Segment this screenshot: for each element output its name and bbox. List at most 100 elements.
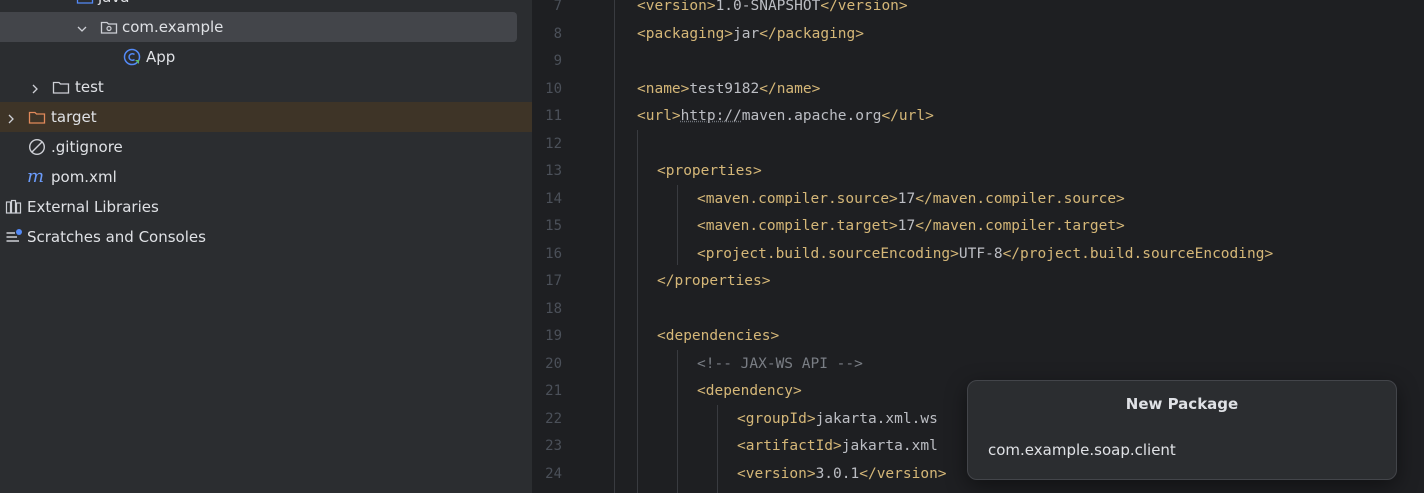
indent-guide [677,350,678,493]
line-number: 18 [545,300,562,317]
project-tree: java com.example App test [0,0,532,493]
xml-tag: </properties> [657,273,771,289]
ignored-file-icon [28,138,46,156]
line-number: 21 [545,383,562,399]
xml-tag: </url> [881,108,934,124]
tree-item-app[interactable]: App [0,42,532,72]
package-icon [100,18,118,36]
tree-item-label: App [146,48,176,66]
xml-text: http:// [680,108,742,124]
xml-tag: <groupId> [737,410,816,427]
xml-comment: <!-- JAX-WS API --> [697,355,863,372]
libraries-icon [5,198,23,216]
xml-text: 1.0-SNAPSHOT [715,0,821,14]
code-line[interactable]: <artifactId>jakarta.xml [737,433,938,460]
line-number: 15 [545,218,562,234]
scratches-icon [5,228,23,246]
tree-item-pom-xml[interactable]: m pom.xml [0,162,532,192]
tree-item-label: External Libraries [27,198,159,216]
xml-text: 17 [897,218,916,234]
xml-text: 17 [897,190,916,207]
tree-item-label: test [75,78,104,96]
code-line[interactable]: <maven.compiler.source>17</maven.compile… [697,186,1125,213]
dialog-title: New Package [1125,395,1239,413]
xml-text: maven.apache.org [741,108,882,124]
tree-item-label: Scratches and Consoles [27,228,206,246]
tree-item-gitignore[interactable]: .gitignore [0,132,532,162]
xml-tag: <artifactId> [737,438,842,454]
line-number: 10 [545,80,562,97]
package-name-input[interactable] [988,437,1378,463]
new-package-dialog: New Package [967,380,1397,480]
code-line[interactable]: <project.build.sourceEncoding>UTF-8</pro… [697,241,1273,268]
xml-tag: </maven.compiler.source> [915,190,1125,207]
tree-item-label: com.example [122,18,224,36]
line-number: 19 [545,328,562,344]
line-number: 7 [553,0,562,14]
xml-tag: <version> [737,465,816,482]
tree-item-label: target [51,108,97,126]
indent-guide [637,130,638,493]
chevron-right-icon[interactable] [29,81,41,94]
maven-icon: m [27,166,45,187]
line-number: 14 [545,190,562,207]
indent-guide [677,185,678,265]
folder-icon [52,78,70,96]
code-line[interactable]: <packaging>jar</packaging> [637,21,864,48]
tree-item-target[interactable]: target [0,102,532,132]
line-number: 24 [545,465,562,482]
tree-item-com-example[interactable]: com.example [0,12,517,42]
code-line[interactable]: <properties> [657,158,762,185]
code-line[interactable]: <maven.compiler.target>17</maven.compile… [697,213,1125,240]
line-number: 20 [545,355,562,372]
tree-item-scratches[interactable]: Scratches and Consoles [0,222,532,252]
code-line[interactable]: <url>http://maven.apache.org</url> [637,103,934,130]
chevron-right-icon[interactable] [5,111,17,124]
xml-text: test9182 [689,80,760,97]
indent-guide [717,405,718,493]
excluded-folder-icon [28,108,46,126]
source-folder-icon [76,0,94,6]
line-number: 22 [545,410,562,427]
xml-tag: </name> [759,80,821,97]
line-number: 17 [545,273,562,289]
code-line[interactable]: <!-- JAX-WS API --> [697,351,863,378]
line-number: 12 [545,135,562,152]
xml-tag: <dependency> [697,383,802,399]
line-number: 8 [553,25,562,42]
tree-item-test[interactable]: test [0,72,532,102]
code-line[interactable]: <version>3.0.1</version> [737,461,947,488]
gutter-divider [614,0,615,493]
xml-tag: <packaging> [637,25,734,42]
xml-tag: <dependencies> [657,328,780,344]
code-line[interactable]: </properties> [657,268,771,295]
chevron-down-icon[interactable] [76,21,88,33]
xml-tag: <maven.compiler.target> [697,218,898,234]
xml-tag: </version> [820,0,908,14]
svg-text:m: m [27,167,44,185]
tree-item-label: .gitignore [51,138,123,156]
line-number: 9 [553,53,562,69]
xml-tag: <properties> [657,163,762,179]
line-number: 13 [545,163,562,179]
xml-tag: <version> [637,0,716,14]
xml-tag: </maven.compiler.target> [915,218,1125,234]
code-line[interactable]: <groupId>jakarta.xml.ws [737,406,938,433]
java-class-icon [123,48,141,66]
code-line[interactable]: <dependency> [697,378,802,405]
tree-item-java[interactable]: java [0,0,532,12]
code-line[interactable]: <dependencies> [657,323,779,350]
xml-text: 3.0.1 [815,465,860,482]
xml-text: UTF-8 [958,245,1003,262]
tree-item-label: java [98,0,129,6]
tree-item-external-libraries[interactable]: External Libraries [0,192,532,222]
code-line[interactable]: <version>1.0-SNAPSHOT</version> [637,0,908,20]
code-line[interactable]: <name>test9182</name> [637,76,820,103]
line-number: 23 [545,438,562,454]
line-number: 16 [545,245,562,262]
xml-tag: <project.build.sourceEncoding> [697,245,959,262]
tree-item-label: pom.xml [51,168,117,186]
xml-tag: <maven.compiler.source> [697,190,898,207]
xml-text: jakarta.xml [841,438,938,454]
xml-tag: <url> [637,108,681,124]
